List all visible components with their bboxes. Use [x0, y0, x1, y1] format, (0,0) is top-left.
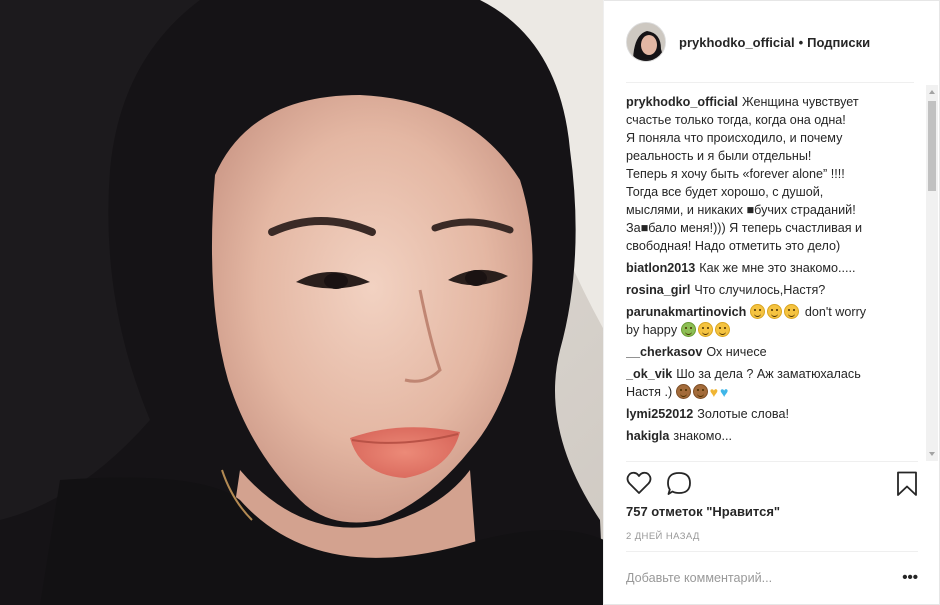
- comment-text: Как же мне это знакомо.....: [699, 261, 856, 275]
- yellow-heart-icon: ♥: [709, 384, 718, 400]
- comment-username[interactable]: parunakmartinovich: [626, 305, 746, 319]
- caption-line: мыслями, и никаких ■бучих страданий!: [626, 203, 856, 217]
- comment-username[interactable]: __cherkasov: [626, 345, 702, 359]
- comment-username[interactable]: hakigla: [626, 429, 669, 443]
- caption-line: реальность и я были отдельны!: [626, 149, 812, 163]
- smirk-emoji-icon: [714, 322, 730, 337]
- post-date: 2 ДНЕЙ НАЗАД: [626, 531, 700, 542]
- comment-username[interactable]: _ok_vik: [626, 367, 672, 381]
- comment-username[interactable]: rosina_girl: [626, 283, 690, 297]
- separator-dot: •: [798, 34, 804, 50]
- follow-button[interactable]: Подписки: [807, 35, 870, 50]
- comment-username[interactable]: lymi252012: [626, 407, 693, 421]
- caption-line: Женщина чувствует: [741, 95, 859, 109]
- post-photo[interactable]: [0, 0, 604, 605]
- list-item: hakigla знакомо...: [626, 427, 926, 445]
- comment-input[interactable]: Добавьте комментарий...: [626, 571, 772, 585]
- avatar[interactable]: [626, 22, 666, 62]
- smirk-emoji-icon: [784, 304, 800, 319]
- speech-bubble-icon[interactable]: [666, 471, 692, 497]
- nauseated-emoji-icon: [680, 322, 696, 337]
- comment-text: Настя .): [626, 385, 673, 399]
- post-header: prykhodko_official • Подписки: [604, 1, 940, 83]
- caption-line: Тогда все будет хорошо, с душой,: [626, 185, 824, 199]
- header-text: prykhodko_official • Подписки: [679, 35, 870, 50]
- comment-text: Шо за дела ? Аж заматюхалась: [676, 367, 861, 381]
- blue-heart-icon: ♥: [720, 384, 729, 400]
- caption-username[interactable]: prykhodko_official: [626, 95, 738, 109]
- likes-count[interactable]: 757 отметок "Нравится": [626, 504, 780, 519]
- caption-line: За■бало меня!))) Я теперь счастливая и: [626, 221, 863, 235]
- list-item: _ok_vik Шо за дела ? Аж заматюхалась Наст…: [626, 365, 926, 401]
- grin-emoji-icon: [750, 304, 766, 319]
- post-side-panel: prykhodko_official • Подписки prykhodko_of…: [604, 0, 940, 605]
- list-item: parunakmartinovich don't worry by happy: [626, 303, 926, 339]
- add-comment-area: Добавьте комментарий... •••: [626, 551, 918, 605]
- caption-line: Я поняла что происходило, и почему: [626, 131, 843, 145]
- grimace-emoji-icon: [767, 304, 783, 319]
- scroll-down-arrow-icon[interactable]: [929, 452, 935, 456]
- list-item: __cherkasov Ох ничесе: [626, 343, 926, 361]
- post-caption: prykhodko_official Женщина чувствует счас…: [626, 93, 926, 255]
- monkey-emoji-icon: [675, 384, 691, 399]
- action-bar: [626, 461, 918, 507]
- caption-line: Теперь я хочу быть «forever alone” !!!!: [626, 167, 845, 181]
- list-item: biatlon2013 Как же мне это знакомо.....: [626, 259, 926, 277]
- comments-scrollbar[interactable]: [926, 85, 938, 461]
- comments-list[interactable]: prykhodko_official Женщина чувствует счас…: [626, 93, 926, 459]
- comment-text: знакомо...: [673, 429, 732, 443]
- bookmark-icon[interactable]: [896, 471, 918, 497]
- header-username[interactable]: prykhodko_official: [679, 35, 795, 50]
- ellipsis-icon[interactable]: •••: [902, 569, 918, 586]
- comment-text: Ох ничесе: [706, 345, 767, 359]
- list-item: lymi252012 Золотые слова!: [626, 405, 926, 423]
- comment-text: Золотые слова!: [697, 407, 789, 421]
- heart-outline-icon[interactable]: [626, 471, 652, 495]
- comment-text: don't worry: [801, 305, 867, 319]
- comment-username[interactable]: biatlon2013: [626, 261, 695, 275]
- caption-line: свободная! Надо отметить это дело): [626, 239, 841, 253]
- comment-text: Что случилось,Настя?: [694, 283, 826, 297]
- scroll-up-arrow-icon[interactable]: [929, 90, 935, 94]
- monkey-emoji-icon: [692, 384, 708, 399]
- grin-emoji-icon: [697, 322, 713, 337]
- avatar-image: [627, 23, 665, 61]
- comment-text: by happy: [626, 323, 678, 337]
- selfie-image: [0, 0, 603, 605]
- list-item: rosina_girl Что случилось,Настя?: [626, 281, 926, 299]
- scrollbar-thumb[interactable]: [928, 101, 936, 191]
- caption-line: счастье только тогда, когда она одна!: [626, 113, 846, 127]
